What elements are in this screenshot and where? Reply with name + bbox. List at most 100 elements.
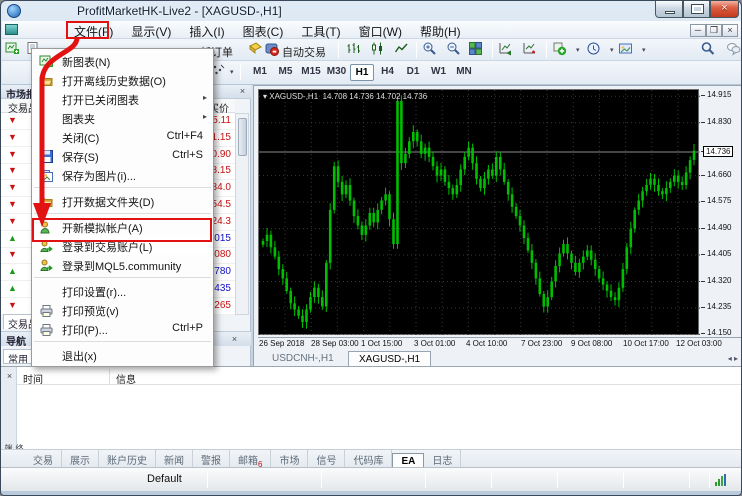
maximize-button[interactable]	[683, 1, 710, 18]
file-menu-item-13[interactable]: 打印预览(v)	[32, 300, 213, 319]
dropdown-caret-icon[interactable]: ▾	[576, 46, 580, 54]
templates-icon[interactable]	[618, 41, 640, 59]
terminal-tab-交易[interactable]: 交易	[25, 450, 62, 467]
terminal-tab-日志[interactable]: 日志	[424, 450, 461, 467]
dropdown-caret-icon[interactable]: ▾	[642, 46, 646, 54]
price-up-arrow-icon: ▲	[8, 233, 17, 243]
status-divider	[709, 471, 710, 488]
menu-separator	[34, 187, 211, 188]
menubar-item-5[interactable]: 工具(T)	[292, 21, 349, 39]
terminal-tab-信号[interactable]: 信号	[308, 450, 345, 467]
market-watch-scrollbar[interactable]	[235, 113, 249, 315]
child-minimize-button[interactable]: ─	[690, 24, 706, 37]
menubar-item-3[interactable]: 插入(I)	[180, 21, 233, 39]
file-menu-item-11[interactable]: 登录到MQL5.community	[32, 255, 213, 274]
price-scale[interactable]: 14.91514.83014.73614.66014.57514.49014.4…	[701, 89, 742, 335]
timeframe-button-m30[interactable]: M30	[325, 64, 349, 81]
tab-scroll-arrows[interactable]: ◂ ▸	[728, 354, 738, 363]
file-menu-item-4[interactable]: 图表夹▸	[32, 108, 213, 127]
chart-window-icon[interactable]	[5, 24, 18, 35]
menubar-item-6[interactable]: 窗口(W)	[350, 21, 411, 39]
terminal-tab-新闻[interactable]: 新闻	[156, 450, 193, 467]
file-menu-item-7[interactable]: 保存为图片(i)...	[32, 165, 213, 184]
submenu-arrow-icon: ▸	[203, 112, 207, 121]
file-menu-item-2[interactable]: 打开离线历史数据(O)	[32, 70, 213, 89]
autotrading-button[interactable]: 自动交易	[282, 44, 326, 60]
navigator-close-icon[interactable]: ×	[229, 334, 240, 345]
chat-icon[interactable]	[726, 41, 742, 59]
zoom-out-icon[interactable]	[446, 41, 468, 59]
minimize-icon	[665, 11, 675, 14]
dropdown-caret-icon[interactable]: ▾	[230, 68, 234, 76]
search-icon[interactable]	[700, 41, 722, 59]
child-close-button[interactable]: ×	[722, 24, 738, 37]
zoom-in-icon[interactable]	[422, 41, 444, 59]
file-menu-item-15[interactable]: 退出(x)	[32, 345, 213, 364]
terminal-tab-警报[interactable]: 警报	[193, 450, 230, 467]
line-chart-icon[interactable]	[394, 41, 416, 59]
terminal-tab-展示[interactable]: 展示	[62, 450, 99, 467]
terminal-tab-bar: 交易展示账户历史新闻警报邮箱6市场信号代码库EA日志	[1, 449, 742, 467]
close-button[interactable]: ×	[710, 1, 739, 18]
file-menu-item-14[interactable]: 打印(P)...Ctrl+P	[32, 319, 213, 338]
periods-icon[interactable]	[586, 41, 608, 59]
chart-area[interactable]: ▾ XAGUSD-,H1 14.708 14.736 14.702 14.736	[258, 89, 699, 335]
timeframe-button-m5[interactable]: M5	[274, 64, 298, 81]
message-column-header[interactable]: 信息	[116, 371, 136, 386]
minimize-button[interactable]	[655, 1, 683, 18]
time-column-header[interactable]: 时间	[23, 371, 43, 386]
timeframe-button-m1[interactable]: M1	[248, 64, 272, 81]
new-chart-button[interactable]	[5, 41, 27, 59]
chart-tab-xagusdh1[interactable]: XAGUSD-,H1	[348, 351, 431, 367]
price-down-arrow-icon: ▼	[8, 115, 17, 125]
menu-item-label: 打印设置(r)...	[62, 287, 126, 299]
auto-scroll-icon[interactable]	[498, 41, 520, 59]
file-menu-item-10[interactable]: 登录到交易账户(L)	[32, 236, 213, 255]
chart-shift-icon[interactable]	[522, 41, 544, 59]
candlestick-icon[interactable]	[370, 41, 392, 59]
dropdown-caret-icon[interactable]: ▾	[610, 46, 614, 54]
file-menu-item-12[interactable]: 打印设置(r)...	[32, 281, 213, 300]
price-tick-mark	[701, 201, 705, 202]
menubar-item-4[interactable]: 图表(C)	[234, 21, 293, 39]
status-bar: Default	[1, 467, 742, 491]
chart-tab-usdcnhh1[interactable]: USDCNH-,H1	[262, 351, 344, 367]
menubar-item-1[interactable]: 文件(F)	[65, 21, 122, 39]
profile-name[interactable]: Default	[147, 473, 182, 485]
terminal-tab-邮箱[interactable]: 邮箱6	[230, 450, 271, 467]
tile-windows-icon[interactable]	[468, 41, 490, 59]
terminal-tab-账户历史[interactable]: 账户历史	[99, 450, 156, 467]
timeframe-button-d1[interactable]: D1	[401, 64, 425, 81]
scrollbar-thumb[interactable]	[238, 118, 247, 156]
timeframe-button-mn[interactable]: MN	[452, 64, 476, 81]
timeframe-button-w1[interactable]: W1	[427, 64, 451, 81]
timeframe-button-h4[interactable]: H4	[376, 64, 400, 81]
add-indicator-icon[interactable]	[552, 41, 574, 59]
timeframe-button-m15[interactable]: M15	[299, 64, 323, 81]
terminal-tab-代码库[interactable]: 代码库	[345, 450, 392, 467]
time-scale[interactable]: 26 Sep 201828 Sep 03:001 Oct 15:003 Oct …	[258, 337, 742, 349]
file-menu-item-5[interactable]: 关闭(C)Ctrl+F4	[32, 127, 213, 146]
menu-separator	[34, 277, 211, 278]
menubar-item-7[interactable]: 帮助(H)	[411, 21, 470, 39]
terminal-close-icon[interactable]: ×	[4, 371, 15, 382]
bar-chart-icon[interactable]	[346, 41, 368, 59]
status-divider	[425, 471, 426, 488]
title-bar[interactable]: ProfitMarketHK-Live2 - [XAGUSD-,H1] ×	[1, 1, 742, 21]
menu-item-label: 新图表(N)	[62, 57, 110, 69]
file-menu-item-1[interactable]: 新图表(N)	[32, 51, 213, 70]
child-restore-button[interactable]: ❐	[706, 24, 722, 37]
time-tick-label: 12 Oct 03:00	[676, 339, 722, 348]
market-watch-close-icon[interactable]: ×	[237, 86, 248, 97]
time-tick-label: 10 Oct 17:00	[623, 339, 669, 348]
column-divider[interactable]	[109, 369, 110, 384]
file-menu-item-6[interactable]: 保存(S)Ctrl+S	[32, 146, 213, 165]
file-menu-item-8[interactable]: 打开数据文件夹(D)	[32, 191, 213, 210]
timeframe-button-h1[interactable]: H1	[350, 64, 374, 81]
terminal-tab-市场[interactable]: 市场	[271, 450, 308, 467]
time-tick-label: 3 Oct 01:00	[414, 339, 455, 348]
file-menu-item-3[interactable]: 打开已关闭图表▸	[32, 89, 213, 108]
file-menu-item-9[interactable]: 开新模拟帐户(A)	[32, 217, 213, 236]
menubar-item-2[interactable]: 显示(V)	[122, 21, 180, 39]
status-divider	[321, 471, 322, 488]
